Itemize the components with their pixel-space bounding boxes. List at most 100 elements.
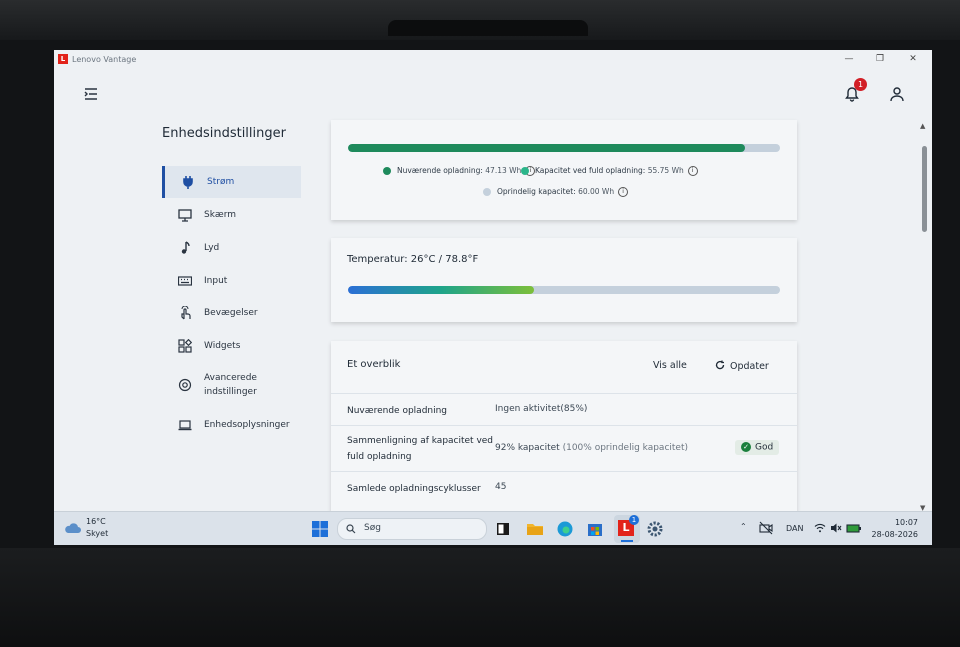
laptop-icon: [178, 420, 192, 431]
language-indicator[interactable]: DAN: [786, 524, 803, 533]
battery-card: Nuværende opladning: 47.13 Wh i Kapacitet…: [331, 120, 797, 220]
sidebar-item-label: Bevægelser: [204, 308, 258, 318]
keyboard-icon: [178, 276, 192, 286]
battery-capacity-bar: [348, 144, 780, 152]
lenovo-logo-icon: L: [58, 54, 68, 64]
notification-badge: 1: [854, 78, 867, 91]
microsoft-store-icon[interactable]: [586, 520, 604, 538]
windows-start-icon[interactable]: [311, 520, 329, 538]
screen: L Lenovo Vantage — ❐ ✕ 1 Enhedsindstilli…: [54, 50, 932, 545]
legend-original: Oprindelig kapacitet: 60.00 Wh i: [483, 187, 629, 197]
temperature-bar: [348, 286, 780, 294]
cloud-icon[interactable]: [64, 522, 82, 534]
sidebar-title: Enhedsindstillinger: [162, 126, 286, 141]
battery-charge-fill: [348, 144, 746, 152]
advanced-settings-icon: [178, 378, 192, 392]
scrollbar-thumb[interactable]: [922, 146, 927, 232]
sidebar-item-label: Avancerede indstillinger: [204, 371, 257, 399]
temperature-value: 26°C / 78.8°F: [410, 254, 479, 265]
temperature-card: Temperatur: 26°C / 78.8°F: [331, 238, 797, 322]
sidebar-item-widgets[interactable]: Widgets: [162, 330, 298, 362]
sidebar-item-enhedsoplysninger[interactable]: Enhedsoplysninger: [162, 409, 298, 441]
taskbar: 16°C Skyet Søg L 1 ⌃ DAN 10:07 28-08-202…: [54, 511, 932, 545]
status-label: God: [755, 442, 774, 453]
sidebar-item-bevaegelser[interactable]: Bevægelser: [162, 297, 298, 329]
sidebar-item-avancerede-indstillinger[interactable]: Avancerede indstillinger: [162, 366, 298, 404]
sidebar-item-label-line1: Avancerede: [204, 373, 257, 383]
webcam-bump: [388, 20, 588, 36]
info-icon[interactable]: i: [687, 166, 698, 176]
clock-time: 10:07: [894, 518, 918, 527]
laptop-deck: [0, 548, 960, 647]
sidebar-item-label: Enhedsoplysninger: [204, 420, 290, 430]
music-note-icon: [181, 241, 190, 254]
window-title: Lenovo Vantage: [72, 55, 137, 64]
sidebar-item-label: Skærm: [204, 210, 237, 220]
taskbar-search[interactable]: Søg: [337, 518, 487, 540]
row-key-line2: fuld opladning: [347, 452, 412, 462]
active-indicator: [621, 540, 633, 542]
info-icon[interactable]: i: [618, 187, 629, 197]
maximize-button[interactable]: ❐: [869, 52, 891, 66]
current-charge-value: 47.13 Wh: [485, 166, 522, 175]
capacity-percent: 92% kapacitet: [495, 443, 560, 453]
sidebar-item-lyd[interactable]: Lyd: [162, 232, 298, 264]
plug-icon: [183, 176, 193, 189]
original-capacity-value: 60.00 Wh: [578, 187, 615, 196]
legend-full: Kapacitet ved fuld opladning: 55.75 Wh i: [521, 166, 698, 176]
overview-card: Et overblik Vis alle Opdater Nuværende o…: [331, 341, 797, 516]
scroll-up-arrow[interactable]: ▲: [920, 122, 925, 130]
row-value: 92% kapacitet (100% oprindelig kapacitet…: [495, 443, 688, 453]
camera-off-icon[interactable]: [759, 521, 773, 535]
overview-title: Et overblik: [347, 359, 401, 370]
temperature-fill: [348, 286, 534, 294]
expand-menu-icon[interactable]: [84, 88, 98, 100]
refresh-button[interactable]: Opdater: [715, 360, 769, 372]
row-value: Ingen aktivitet(85%): [495, 404, 588, 414]
wifi-icon[interactable]: [814, 523, 826, 533]
full-capacity-value: 55.75 Wh: [647, 166, 684, 175]
weather-description[interactable]: Skyet: [86, 529, 108, 538]
battery-leaf-icon[interactable]: [846, 522, 862, 534]
hand-gesture-icon: [181, 306, 191, 320]
view-all-link[interactable]: Vis alle: [653, 360, 687, 371]
table-row: Sammenligning af kapacitet ved fuld opla…: [331, 425, 797, 472]
search-icon: [346, 524, 356, 534]
refresh-label: Opdater: [730, 361, 769, 372]
refresh-icon: [715, 360, 725, 370]
file-explorer-icon[interactable]: [526, 520, 544, 538]
table-row: Samlede opladningscyklusser 45: [331, 471, 797, 506]
widgets-icon: [178, 339, 192, 353]
title-bar: L Lenovo Vantage — ❐ ✕: [54, 50, 932, 68]
status-badge: ✓ God: [735, 440, 780, 455]
temperature-reading: Temperatur: 26°C / 78.8°F: [347, 254, 478, 265]
sidebar-item-label: Lyd: [204, 243, 220, 253]
weather-temperature[interactable]: 16°C: [86, 517, 106, 526]
original-capacity-note: (100% oprindelig kapacitet): [562, 443, 688, 453]
row-key: Sammenligning af kapacitet ved fuld opla…: [347, 433, 493, 465]
monitor-icon: [178, 209, 192, 222]
sidebar-item-label: Strøm: [207, 177, 235, 187]
system-clock[interactable]: 10:07 28-08-2026: [866, 517, 919, 541]
close-button[interactable]: ✕: [902, 52, 924, 66]
row-value: 45: [495, 482, 507, 492]
sidebar-item-strom[interactable]: Strøm: [162, 166, 301, 198]
volume-muted-icon[interactable]: [830, 522, 842, 534]
vantage-badge: 1: [629, 515, 639, 525]
row-key: Nuværende opladning: [347, 406, 448, 416]
sidebar-item-skaerm[interactable]: Skærm: [162, 199, 298, 231]
task-view-icon[interactable]: [494, 520, 512, 538]
row-key-line1: Sammenligning af kapacitet ved: [347, 436, 494, 446]
edge-browser-icon[interactable]: [556, 520, 574, 538]
sidebar-item-label: Input: [204, 276, 228, 286]
minimize-button[interactable]: —: [838, 52, 860, 66]
original-capacity-dot: [483, 188, 491, 196]
show-hidden-icons-chevron[interactable]: ⌃: [740, 522, 747, 531]
sidebar-item-label: Widgets: [204, 341, 241, 351]
vantage-taskbar-button[interactable]: L 1: [614, 515, 640, 543]
row-key: Samlede opladningscyklusser: [347, 484, 481, 494]
sidebar-item-input[interactable]: Input: [162, 265, 298, 297]
full-capacity-dot: [521, 167, 529, 175]
settings-gear-icon[interactable]: [646, 520, 664, 538]
user-icon[interactable]: [889, 86, 905, 102]
